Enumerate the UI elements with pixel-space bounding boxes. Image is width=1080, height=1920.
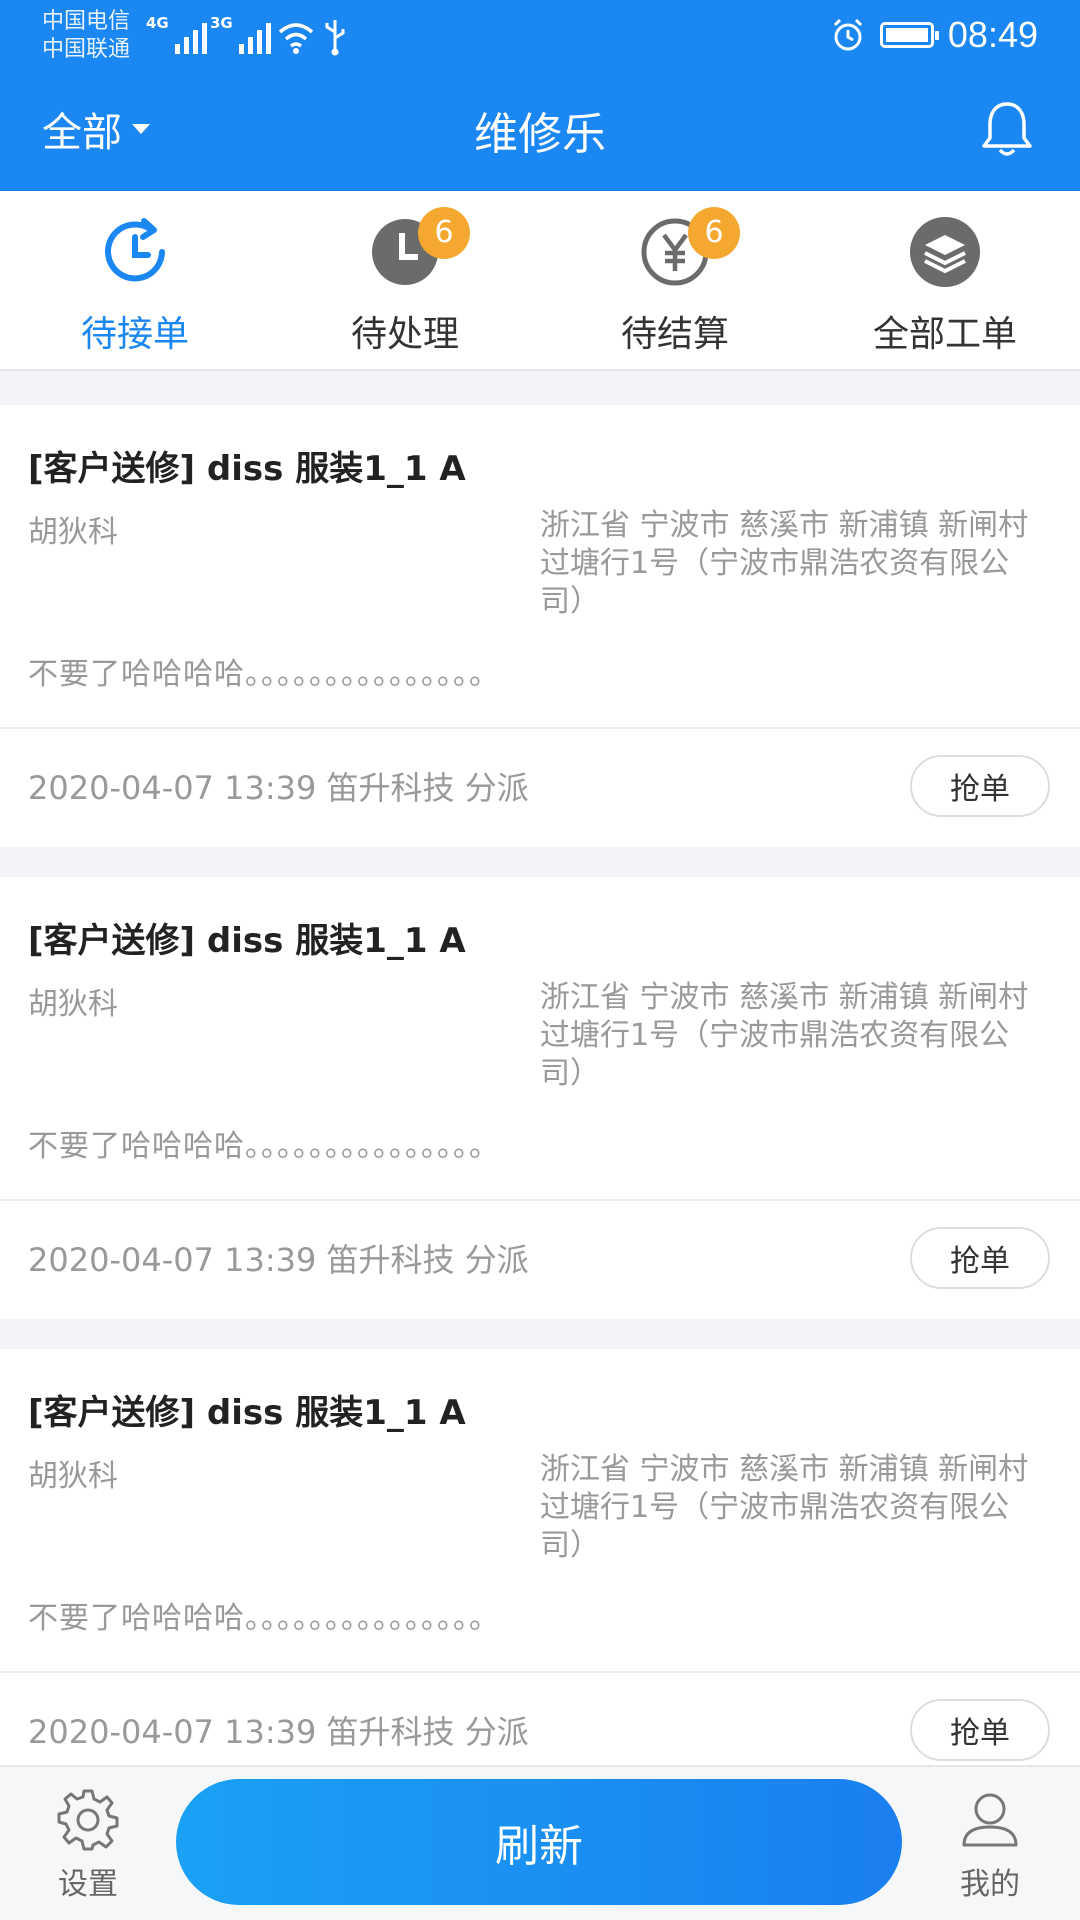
customer-name: 胡狄科 <box>28 987 118 1022</box>
grab-order-button[interactable]: 抢单 <box>910 755 1050 817</box>
count-badge: 6 <box>418 207 470 259</box>
yen-icon: 6 <box>638 207 740 289</box>
order-card[interactable]: [客户送修] diss 服装1_1 A 胡狄科 浙江省 宁波市 慈溪市 新浦镇 … <box>0 877 1080 1319</box>
wifi-icon <box>278 23 314 54</box>
customer-address: 浙江省 宁波市 慈溪市 新浦镇 新闸村过塘行1号（宁波市鼎浩农资有限公司） <box>540 508 1029 619</box>
clock-time: 08:49 <box>947 14 1038 55</box>
alarm-icon <box>833 18 862 51</box>
bell-icon[interactable] <box>978 100 1036 160</box>
tab-label: 待结算 <box>620 314 729 355</box>
usb-icon <box>325 20 345 56</box>
order-card[interactable]: [客户送修] diss 服装1_1 A 胡狄科 浙江省 宁波市 慈溪市 新浦镇 … <box>0 1349 1080 1791</box>
clock-icon: 6 <box>368 207 470 289</box>
settings-label: 设置 <box>58 1867 118 1902</box>
grab-order-button[interactable]: 抢单 <box>910 1227 1050 1289</box>
carrier-info: 中国电信 中国联通 <box>42 8 130 64</box>
order-title: [客户送修] diss 服装1_1 A <box>28 449 466 489</box>
user-icon <box>962 1793 1018 1847</box>
tab-processing[interactable]: 6 待处理 <box>270 191 540 369</box>
divider <box>0 1671 1080 1673</box>
grab-order-button[interactable]: 抢单 <box>910 1699 1050 1761</box>
order-note: 不要了哈哈哈哈。。。。。。。。。。。。。。。 <box>28 1129 500 1164</box>
order-card[interactable]: [客户送修] diss 服装1_1 A 胡狄科 浙江省 宁波市 慈溪市 新浦镇 … <box>0 405 1080 847</box>
status-right: 08:49 <box>830 14 1038 56</box>
order-title: [客户送修] diss 服装1_1 A <box>28 1393 466 1433</box>
carrier-1: 中国电信 <box>42 9 131 34</box>
customer-name: 胡狄科 <box>28 515 118 550</box>
customer-address: 浙江省 宁波市 慈溪市 新浦镇 新闸村过塘行1号（宁波市鼎浩农资有限公司） <box>540 980 1029 1091</box>
signal-3g-icon: 3G <box>210 14 271 54</box>
page-title: 维修乐 <box>474 109 606 160</box>
order-note: 不要了哈哈哈哈。。。。。。。。。。。。。。。 <box>28 1601 500 1636</box>
order-list: [客户送修] diss 服装1_1 A 胡狄科 浙江省 宁波市 慈溪市 新浦镇 … <box>0 405 1080 1821</box>
divider <box>0 1199 1080 1201</box>
tab-pending-accept[interactable]: 待接单 <box>0 191 270 369</box>
order-title: [客户送修] diss 服装1_1 A <box>28 921 466 961</box>
tab-label: 全部工单 <box>872 314 1017 355</box>
bottom-bar: 设置 刷新 我的 <box>0 1765 1080 1920</box>
count-badge: 6 <box>688 207 740 259</box>
tab-settlement[interactable]: 6 待结算 <box>540 191 810 369</box>
status-bar: 中国电信 中国联通 4G 3G 08:49 <box>0 0 1080 75</box>
profile-label: 我的 <box>960 1867 1020 1902</box>
refresh-button[interactable]: 刷新 <box>176 1779 902 1905</box>
status-tabs: 待接单 6 待处理 6 待结算 全部工单 <box>0 191 1080 371</box>
divider <box>0 727 1080 729</box>
profile-button[interactable]: 我的 <box>930 1787 1050 1903</box>
carrier-2: 中国联通 <box>42 37 131 62</box>
layers-icon <box>910 217 980 287</box>
order-meta: 2020-04-07 13:39 笛升科技 分派 <box>28 1241 529 1279</box>
app-header: 中国电信 中国联通 4G 3G 08:49 全部 维修乐 <box>0 0 1080 191</box>
order-meta: 2020-04-07 13:39 笛升科技 分派 <box>28 769 529 807</box>
signal-4g-icon: 4G <box>146 14 207 54</box>
tab-label: 待处理 <box>350 314 459 355</box>
customer-name: 胡狄科 <box>28 1459 118 1494</box>
customer-address: 浙江省 宁波市 慈溪市 新浦镇 新闸村过塘行1号（宁波市鼎浩农资有限公司） <box>540 1452 1029 1563</box>
battery-icon <box>879 22 939 48</box>
settings-button[interactable]: 设置 <box>28 1787 148 1903</box>
order-meta: 2020-04-07 13:39 笛升科技 分派 <box>28 1713 529 1751</box>
tab-all-orders[interactable]: 全部工单 <box>810 191 1080 369</box>
gear-icon <box>57 1789 119 1851</box>
tab-label: 待接单 <box>80 314 189 355</box>
order-note: 不要了哈哈哈哈。。。。。。。。。。。。。。。 <box>28 657 500 692</box>
title-row: 全部 维修乐 <box>0 90 1080 170</box>
clock-refresh-icon <box>105 218 165 282</box>
